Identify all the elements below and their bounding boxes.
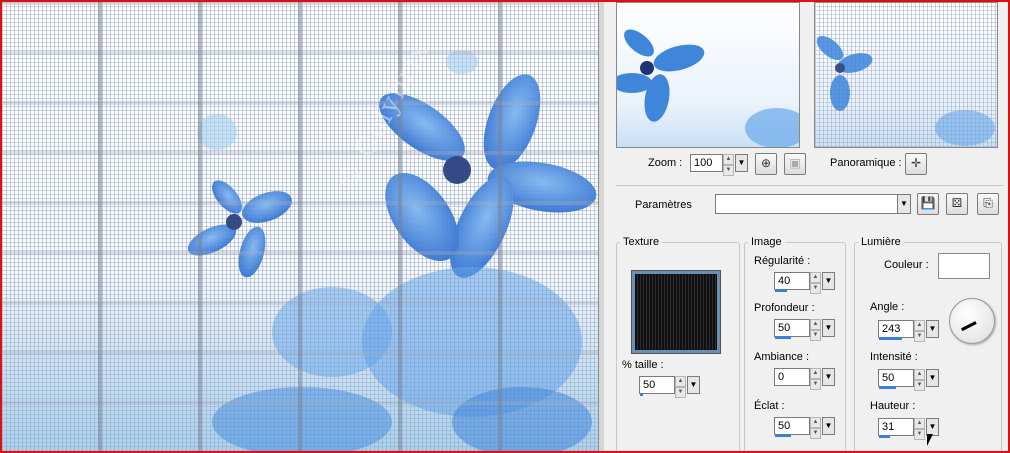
spin-down-icon[interactable]: ▼ bbox=[723, 165, 734, 176]
original-thumbnail[interactable] bbox=[616, 2, 800, 148]
original-flower-image bbox=[617, 29, 799, 147]
spin-up-icon[interactable]: ▲ bbox=[914, 320, 925, 331]
spin-down-icon[interactable]: ▼ bbox=[914, 380, 925, 391]
chevron-down-icon[interactable]: ▼ bbox=[735, 154, 748, 172]
result-flower-image bbox=[816, 36, 995, 146]
spin-up-icon[interactable]: ▲ bbox=[675, 376, 686, 387]
spin-down-icon[interactable]: ▼ bbox=[914, 429, 925, 440]
spin-down-icon[interactable]: ▼ bbox=[810, 379, 821, 390]
spin-up-icon[interactable]: ▲ bbox=[914, 418, 925, 429]
angle-dial[interactable] bbox=[949, 298, 995, 344]
height-value[interactable]: 31 bbox=[878, 418, 914, 438]
image-field-spinner[interactable]: 50 ▲ ▼ ▼ bbox=[774, 319, 835, 341]
image-field-spinner[interactable]: 40 ▲ ▼ ▼ bbox=[774, 272, 835, 294]
zoom-spin-arrows[interactable]: ▲ ▼ bbox=[723, 154, 734, 176]
image-field-label: Profondeur : bbox=[754, 302, 815, 314]
chevron-down-icon[interactable]: ▼ bbox=[897, 194, 911, 214]
chevron-down-icon[interactable]: ▼ bbox=[687, 376, 700, 394]
zoom-fit-icon[interactable]: ⊕ bbox=[755, 153, 777, 175]
texture-size-spinner[interactable]: 50 ▲ ▼ ▼ bbox=[639, 376, 700, 398]
spin-down-icon[interactable]: ▼ bbox=[675, 387, 686, 398]
spin-up-icon[interactable]: ▲ bbox=[810, 368, 821, 379]
angle-label: Angle : bbox=[870, 301, 905, 313]
separator bbox=[616, 185, 1004, 186]
intensity-spinner[interactable]: 50 ▲ ▼ ▼ bbox=[878, 369, 939, 391]
image-field-value[interactable]: 40 bbox=[774, 272, 810, 292]
texture-title: Texture bbox=[620, 236, 663, 248]
save-preset-icon[interactable]: 💾 bbox=[917, 193, 939, 215]
chevron-down-icon[interactable]: ▼ bbox=[822, 272, 835, 290]
color-label: Couleur : bbox=[884, 259, 929, 271]
pan-label: Panoramique : bbox=[830, 157, 902, 169]
large-preview-image[interactable]: © Colybrix bbox=[2, 2, 598, 451]
chevron-down-icon[interactable]: ▼ bbox=[926, 320, 939, 338]
angle-spinner[interactable]: 243 ▲ ▼ ▼ bbox=[878, 320, 939, 342]
light-title: Lumière bbox=[858, 236, 904, 248]
spin-up-icon[interactable]: ▲ bbox=[723, 154, 734, 165]
image-field-spinner[interactable]: 50 ▲ ▼ ▼ bbox=[774, 417, 835, 439]
chevron-down-icon[interactable]: ▼ bbox=[822, 319, 835, 337]
spin-down-icon[interactable]: ▼ bbox=[810, 283, 821, 294]
image-field-value[interactable]: 0 bbox=[774, 368, 810, 386]
delete-preset-icon[interactable]: ⎘ bbox=[977, 193, 999, 215]
dialog-frame: © Colybrix Zoom: 100 ▲ ▼ ▼ ⊕ ▣ Panorami… bbox=[0, 0, 1010, 453]
zoom-label: Zoom : bbox=[648, 157, 683, 169]
dial-needle bbox=[961, 321, 977, 332]
image-field-label: Ambiance : bbox=[754, 351, 810, 363]
chevron-down-icon[interactable]: ▼ bbox=[822, 368, 835, 386]
intensity-label: Intensité : bbox=[870, 351, 918, 363]
presets-dropdown[interactable] bbox=[715, 194, 899, 214]
zoom-value[interactable]: 100 bbox=[690, 154, 723, 172]
zoom-spinner[interactable]: 100 ▲ ▼ ▼ bbox=[690, 154, 748, 176]
presets-label: Paramètres bbox=[635, 199, 692, 211]
image-field-value[interactable]: 50 bbox=[774, 319, 810, 339]
image-field-spinner[interactable]: 0 ▲ ▼ ▼ bbox=[774, 368, 835, 390]
spin-down-icon[interactable]: ▼ bbox=[810, 330, 821, 341]
chevron-down-icon[interactable]: ▼ bbox=[926, 369, 939, 387]
image-field-label: Éclat : bbox=[754, 400, 785, 412]
texture-size-value[interactable]: 50 bbox=[639, 376, 675, 396]
spin-up-icon[interactable]: ▲ bbox=[810, 417, 821, 428]
spin-down-icon[interactable]: ▼ bbox=[810, 428, 821, 439]
mouse-cursor-icon bbox=[927, 434, 933, 446]
image-field-label: Régularité : bbox=[754, 255, 811, 267]
image-field-value[interactable]: 50 bbox=[774, 417, 810, 437]
chevron-down-icon[interactable]: ▼ bbox=[822, 417, 835, 435]
height-label: Hauteur : bbox=[870, 400, 916, 412]
spin-up-icon[interactable]: ▲ bbox=[810, 319, 821, 330]
spin-up-icon[interactable]: ▲ bbox=[810, 272, 821, 283]
result-thumbnail[interactable] bbox=[814, 2, 998, 148]
light-color-swatch[interactable] bbox=[938, 253, 990, 279]
angle-value[interactable]: 243 bbox=[878, 320, 914, 340]
random-preset-icon[interactable]: ⚄ bbox=[946, 193, 968, 215]
image-title: Image bbox=[748, 236, 785, 248]
settings-panel: Zoom : 100 ▲ ▼ ▼ ⊕ ▣ Panoramique : ✛ Para… bbox=[604, 2, 1008, 451]
pan-icon[interactable]: ✛ bbox=[905, 153, 927, 175]
spin-down-icon[interactable]: ▼ bbox=[914, 331, 925, 342]
texture-size-label: % taille : bbox=[622, 359, 664, 371]
zoom-actual-icon[interactable]: ▣ bbox=[784, 153, 806, 175]
texture-swatch[interactable] bbox=[631, 270, 721, 354]
intensity-value[interactable]: 50 bbox=[878, 369, 914, 389]
spin-up-icon[interactable]: ▲ bbox=[914, 369, 925, 380]
tile-grid-overlay bbox=[2, 2, 598, 451]
